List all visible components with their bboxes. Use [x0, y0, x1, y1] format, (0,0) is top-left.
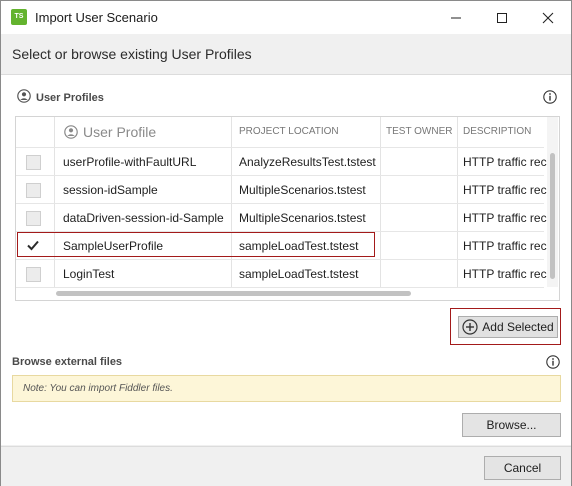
- column-header-user-profile[interactable]: User Profile: [83, 117, 156, 147]
- title-bar: TS Import User Scenario: [1, 1, 571, 34]
- close-icon: [542, 12, 554, 23]
- maximize-button[interactable]: [479, 1, 525, 34]
- profile-description: HTTP traffic reco: [463, 183, 547, 197]
- browse-external-files-label: Browse external files: [12, 356, 123, 368]
- column-header-test-owner[interactable]: TEST OWNER: [386, 117, 452, 147]
- row-checkbox[interactable]: [26, 267, 41, 282]
- window-title: Import User Scenario: [35, 10, 158, 25]
- profile-name: userProfile-withFaultURL: [63, 155, 197, 169]
- info-icon[interactable]: [546, 355, 560, 369]
- profile-location: AnalyzeResultsTest.tstest: [239, 155, 376, 169]
- info-icon[interactable]: [543, 90, 557, 104]
- maximize-icon: [497, 12, 507, 23]
- fiddler-note: Note: You can import Fiddler files.: [12, 375, 561, 402]
- app-icon: TS: [11, 9, 27, 25]
- user-column-icon: [64, 125, 78, 139]
- user-profiles-label: User Profiles: [36, 92, 104, 104]
- close-button[interactable]: [525, 1, 571, 34]
- profile-location: MultipleScenarios.tstest: [239, 211, 366, 225]
- dialog-subheader: Select or browse existing User Profiles: [1, 34, 571, 75]
- profile-name: LoginTest: [63, 267, 115, 281]
- vertical-scrollbar-thumb[interactable]: [550, 153, 555, 279]
- cancel-button[interactable]: Cancel: [484, 456, 561, 480]
- profile-description: HTTP traffic reco: [463, 239, 547, 253]
- column-header-project-location[interactable]: PROJECT LOCATION: [239, 117, 339, 147]
- user-profiles-grid: User Profile PROJECT LOCATION TEST OWNER…: [15, 116, 560, 301]
- profile-location: sampleLoadTest.tstest: [239, 267, 359, 281]
- profile-description: HTTP traffic reco: [463, 211, 547, 225]
- subheader-text: Select or browse existing User Profiles: [12, 46, 252, 62]
- profile-name: dataDriven-session-id-Sample: [63, 211, 224, 225]
- dialog-footer: Cancel: [1, 446, 571, 486]
- horizontal-scrollbar-thumb[interactable]: [56, 291, 411, 296]
- minimize-icon: [451, 17, 461, 18]
- add-selected-button[interactable]: Add Selected: [458, 316, 558, 338]
- profile-description: HTTP traffic reco: [463, 155, 547, 169]
- row-checkbox[interactable]: [26, 155, 41, 170]
- user-icon: [17, 89, 31, 103]
- selected-row-highlight: [17, 232, 375, 257]
- minimize-button[interactable]: [433, 1, 479, 34]
- row-checkbox[interactable]: [26, 183, 41, 198]
- profile-description: HTTP traffic reco: [463, 267, 547, 281]
- profile-location: MultipleScenarios.tstest: [239, 183, 366, 197]
- add-selected-label: Add Selected: [482, 320, 554, 334]
- profile-name: session-idSample: [63, 183, 158, 197]
- dialog-content: User Profiles User Profile PROJECT LOCAT…: [1, 75, 571, 445]
- import-user-scenario-dialog: TS Import User Scenario Select or browse…: [0, 0, 572, 486]
- column-header-description[interactable]: DESCRIPTION: [463, 117, 531, 147]
- plus-circle-icon: [462, 319, 478, 335]
- row-checkbox[interactable]: [26, 211, 41, 226]
- browse-button[interactable]: Browse...: [462, 413, 561, 437]
